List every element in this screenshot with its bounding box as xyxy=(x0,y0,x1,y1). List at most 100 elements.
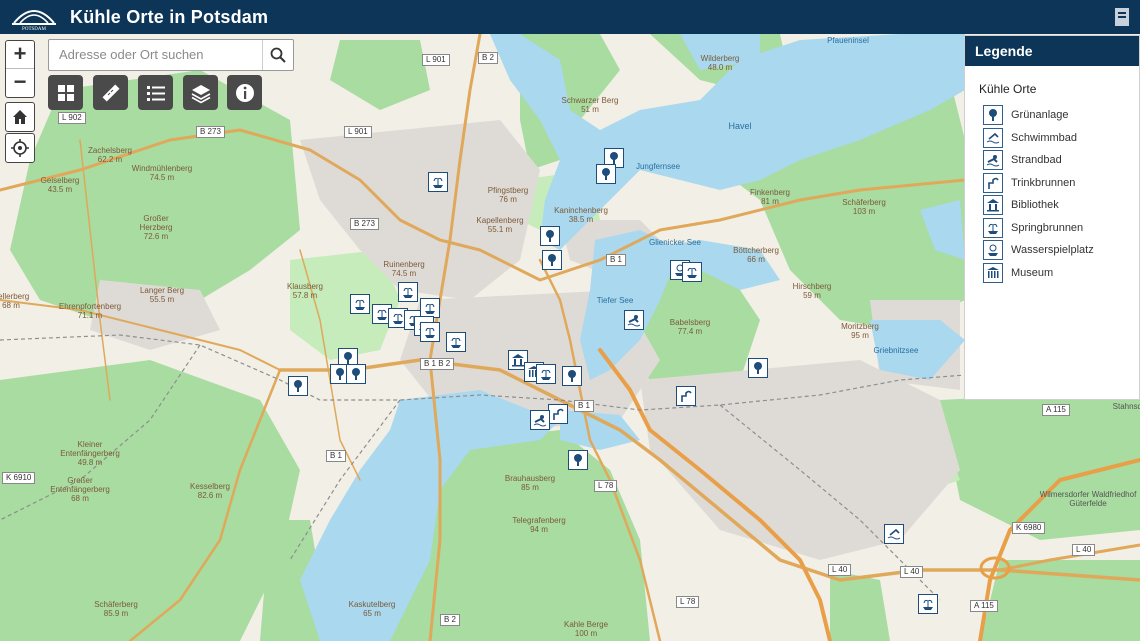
info-icon xyxy=(235,83,254,102)
legend-layer-title: Kühle Orte xyxy=(979,82,1037,96)
place-label: Windmühlenberg 74.5 m xyxy=(131,164,193,182)
place-label: Kesselberg 82.6 m xyxy=(189,482,231,500)
legend-label: Trinkbrunnen xyxy=(1011,176,1076,189)
tree-icon[interactable] xyxy=(540,226,560,246)
legend-label: Strandbad xyxy=(1011,154,1062,167)
place-label: Geiselberg 43.5 m xyxy=(40,176,80,194)
zoom-control: + − xyxy=(5,40,35,98)
library-icon xyxy=(983,195,1003,216)
legend-item: Strandbad xyxy=(983,149,1139,172)
search-input[interactable] xyxy=(49,40,255,68)
fountain-icon[interactable] xyxy=(446,332,466,352)
layer-list-button[interactable] xyxy=(138,75,173,110)
drinking-fountain-icon[interactable] xyxy=(676,386,696,406)
zoom-in-button[interactable]: + xyxy=(6,41,34,68)
legend-label: Grünanlage xyxy=(1011,109,1069,122)
place-label: Telegrafenberg 94 m xyxy=(512,516,566,534)
list-icon xyxy=(146,85,165,101)
tree-icon[interactable] xyxy=(596,164,616,184)
place-label: Langer Berg 55.5 m xyxy=(139,286,185,304)
road-shield: B 2 xyxy=(478,52,499,64)
place-label: Böttcherberg 66 m xyxy=(733,246,779,264)
print-icon[interactable] xyxy=(1112,6,1132,28)
water-playground-icon xyxy=(983,240,1003,261)
place-label: Stahnsdorf xyxy=(1112,402,1140,411)
legend-item: Trinkbrunnen xyxy=(983,172,1139,195)
place-label: Babelsberg 77.4 m xyxy=(669,318,711,336)
place-label: Kaskutelberg 65 m xyxy=(348,600,396,618)
fountain-icon[interactable] xyxy=(398,282,418,302)
place-label: Kapellenberg 55.1 m xyxy=(476,216,524,234)
grid-icon xyxy=(57,84,74,101)
road-shield: L 78 xyxy=(676,596,700,608)
beach-swim-icon[interactable] xyxy=(530,410,550,430)
search-icon xyxy=(270,47,286,63)
road-shield: B 1 B 2 xyxy=(420,358,455,370)
place-label: Hirschberg 59 m xyxy=(792,282,832,300)
legend-item: Schwimmbad xyxy=(983,127,1139,150)
road-shield: B 1 xyxy=(574,400,595,412)
place-label: Glienicker See xyxy=(648,238,702,247)
road-shield: L 40 xyxy=(1072,544,1096,556)
tree-icon[interactable] xyxy=(568,450,588,470)
place-label: Finkenberg 81 m xyxy=(749,188,791,206)
beach-swim-icon[interactable] xyxy=(624,310,644,330)
road-shield: L 902 xyxy=(58,112,86,124)
place-label: Kleiner Entenfängerberg 49.8 m xyxy=(60,440,120,467)
layers-icon xyxy=(191,84,210,103)
zoom-out-button[interactable]: − xyxy=(6,68,34,96)
legend-label: Schwimmbad xyxy=(1011,131,1078,144)
tree-icon[interactable] xyxy=(542,250,562,270)
road-shield: L 40 xyxy=(828,564,852,576)
about-button[interactable] xyxy=(227,75,262,110)
fountain-icon[interactable] xyxy=(918,594,938,614)
place-label: Kahle Berge 100 m xyxy=(563,620,609,638)
swimming-pool-icon[interactable] xyxy=(884,524,904,544)
fountain-icon[interactable] xyxy=(428,172,448,192)
road-shield: B 1 xyxy=(606,254,627,266)
place-label: Großer Entenfängerberg 68 m xyxy=(50,476,110,503)
legend-item: Museum xyxy=(983,262,1139,285)
fountain-icon[interactable] xyxy=(420,298,440,318)
search-button[interactable] xyxy=(262,40,293,70)
road-shield: B 2 xyxy=(440,614,461,626)
logo-text: POTSDAM xyxy=(22,27,46,31)
road-shield: L 78 xyxy=(594,480,618,492)
road-shield: L 901 xyxy=(422,54,450,66)
place-label: Ruinenberg 74.5 m xyxy=(383,260,425,278)
basemap-gallery-button[interactable] xyxy=(48,75,83,110)
museum-icon xyxy=(983,262,1003,283)
place-label: Moritzberg 95 m xyxy=(841,322,879,340)
tree-icon[interactable] xyxy=(562,366,582,386)
fountain-icon[interactable] xyxy=(682,262,702,282)
road-shield: L 40 xyxy=(900,566,924,578)
place-label: Griebnitzsee xyxy=(873,346,919,355)
place-label: Brauhausberg 85 m xyxy=(504,474,556,492)
ruler-icon xyxy=(102,84,119,101)
place-label: Kaninchenberg 38.5 m xyxy=(554,206,608,224)
legend-panel: Legende Kühle Orte Grünanlage Schwimmbad… xyxy=(964,35,1140,400)
app-title: Kühle Orte in Potsdam xyxy=(70,7,269,27)
tree-icon[interactable] xyxy=(346,364,366,384)
legend-label: Museum xyxy=(1011,266,1054,279)
fountain-icon[interactable] xyxy=(350,294,370,314)
home-button[interactable] xyxy=(5,102,35,132)
fountain-icon[interactable] xyxy=(420,322,440,342)
place-label: Pfingstberg 76 m xyxy=(487,186,529,204)
fountain-icon[interactable] xyxy=(536,364,556,384)
tree-icon[interactable] xyxy=(288,376,308,396)
potsdam-logo: POTSDAM xyxy=(12,10,56,31)
tree-icon[interactable] xyxy=(748,358,768,378)
app-header: POTSDAM Kühle Orte in Potsdam xyxy=(0,0,1140,34)
legend-item: Wasserspielplatz xyxy=(983,239,1139,262)
drinking-fountain-icon[interactable] xyxy=(548,404,568,424)
locate-button[interactable] xyxy=(5,133,35,163)
home-icon xyxy=(13,110,27,124)
legend-item: Grünanlage xyxy=(983,104,1139,127)
layers-button[interactable] xyxy=(183,75,218,110)
tree-icon xyxy=(983,105,1003,126)
beach-swim-icon xyxy=(983,150,1003,171)
road-shield: B 1 xyxy=(326,450,347,462)
measure-button[interactable] xyxy=(93,75,128,110)
road-shield: K 6980 xyxy=(1012,522,1046,534)
